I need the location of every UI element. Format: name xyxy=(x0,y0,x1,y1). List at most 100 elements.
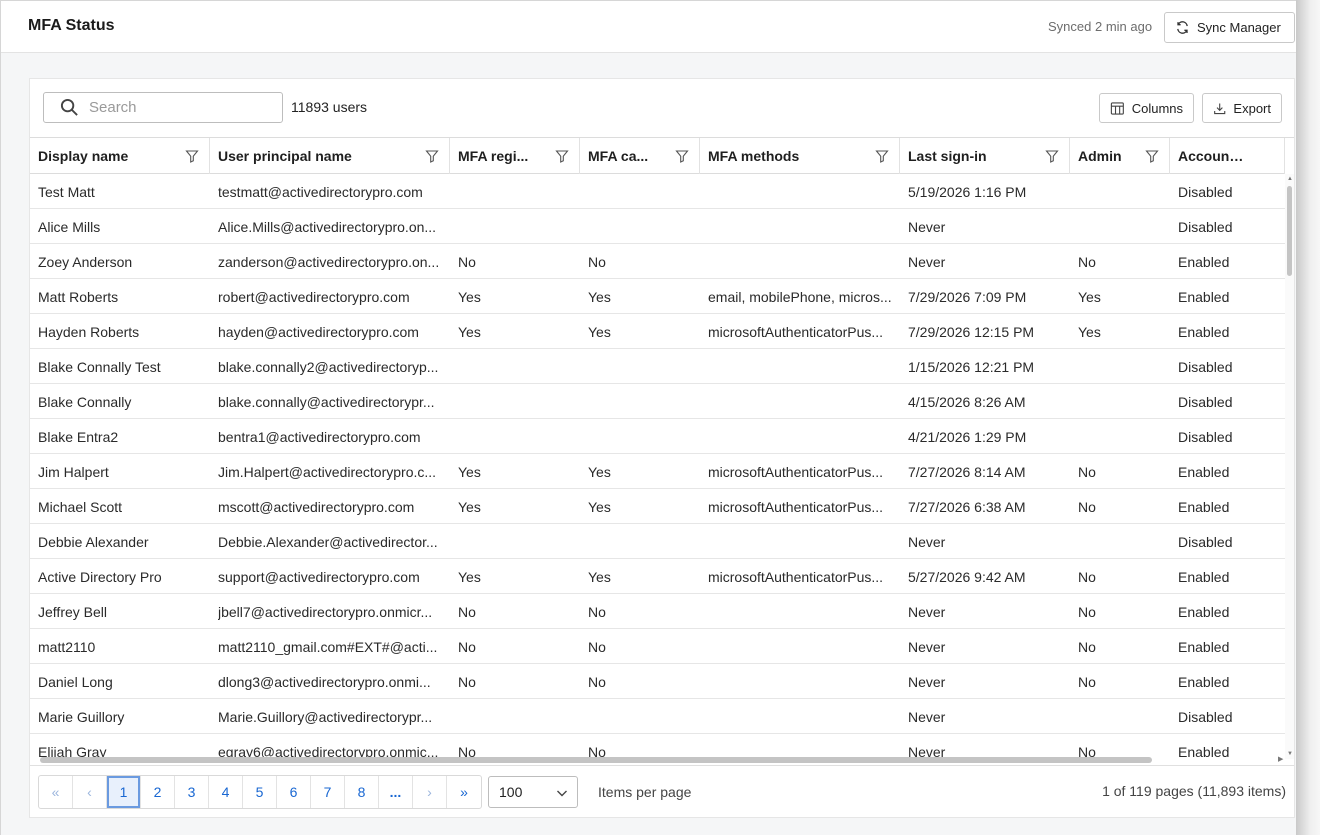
table-cell: Zoey Anderson xyxy=(30,244,210,279)
table-cell: Disabled xyxy=(1170,384,1285,419)
table-row[interactable]: Jim Halpert Jim.Halpert@activedirectorypr… xyxy=(30,454,1285,489)
table-cell: Never xyxy=(900,209,1070,244)
table-row[interactable]: Blake Entra2 bentra1@activedirectorypro.c… xyxy=(30,419,1285,454)
table-cell-text: Debbie Alexander xyxy=(38,533,149,550)
page-button[interactable]: 2 xyxy=(141,776,175,808)
page-button[interactable]: 4 xyxy=(209,776,243,808)
table-cell xyxy=(580,384,700,419)
table-row[interactable]: Debbie Alexander Debbie.Alexander@actived… xyxy=(30,524,1285,559)
columns-button[interactable]: Columns xyxy=(1099,93,1194,123)
filter-funnel-icon[interactable] xyxy=(1145,149,1159,163)
table-cell-text: email, mobilePhone, micros... xyxy=(708,288,892,305)
table-row[interactable]: Blake Connally blake.connally@activedirec… xyxy=(30,384,1285,419)
table-cell-text: Yes xyxy=(588,498,611,515)
table-cell: matt2110_gmail.com#EXT#@acti... xyxy=(210,629,450,664)
column-header[interactable]: Account st... xyxy=(1170,138,1285,174)
table-row[interactable]: matt2110 matt2110_gmail.com#EXT#@acti... N… xyxy=(30,629,1285,664)
next-page-button[interactable]: › xyxy=(413,776,447,808)
pager: « ‹ 1 2 3 4 5 6 7 8... ›» 100 Items per page 1 o… xyxy=(30,765,1294,818)
table-cell-text: No xyxy=(458,638,476,655)
previous-page-button[interactable]: ‹ xyxy=(73,776,107,808)
table-cell xyxy=(700,524,900,559)
last-page-button[interactable]: » xyxy=(447,776,481,808)
table-cell-text: Yes xyxy=(458,568,481,585)
table-cell xyxy=(700,174,900,209)
table-cell: microsoftAuthenticatorPus... xyxy=(700,454,900,489)
table-cell-text: matt2110 xyxy=(38,638,96,655)
table-cell: Never xyxy=(900,664,1070,699)
search-box[interactable] xyxy=(43,92,283,123)
export-button[interactable]: Export xyxy=(1202,93,1282,123)
horizontal-scroll-thumb[interactable] xyxy=(40,757,1152,763)
search-input[interactable] xyxy=(89,99,269,116)
table-row[interactable]: Marie Guillory Marie.Guillory@activedirec… xyxy=(30,699,1285,734)
table-cell: testmatt@activedirectorypro.com xyxy=(210,174,450,209)
horizontal-scrollbar[interactable]: ▶ xyxy=(30,755,1285,765)
vertical-scroll-thumb[interactable] xyxy=(1287,186,1292,276)
column-header-label: MFA ca... xyxy=(588,148,649,164)
page-button[interactable]: 5 xyxy=(243,776,277,808)
table-row[interactable]: Blake Connally Test blake.connally2@activ… xyxy=(30,349,1285,384)
column-header[interactable]: User principal name xyxy=(210,138,450,174)
filter-funnel-icon[interactable] xyxy=(555,149,569,163)
table-row[interactable]: Test Matt testmatt@activedirectorypro.com… xyxy=(30,174,1285,209)
filter-funnel-icon[interactable] xyxy=(1045,149,1059,163)
scroll-up-arrow-icon[interactable]: ▲ xyxy=(1287,176,1293,182)
table-cell: No xyxy=(580,594,700,629)
table-cell: Alice.Mills@activedirectorypro.on... xyxy=(210,209,450,244)
table-row[interactable]: Active Directory Pro support@activedirect… xyxy=(30,559,1285,594)
table-row[interactable]: Jeffrey Bell jbell7@activedirectorypro.on… xyxy=(30,594,1285,629)
vertical-scrollbar[interactable]: ▲ ▼ xyxy=(1285,174,1294,759)
table-cell-text: Daniel Long xyxy=(38,673,113,690)
column-header[interactable]: MFA ca... xyxy=(580,138,700,174)
table-cell-text: Enabled xyxy=(1178,568,1230,585)
filter-funnel-icon[interactable] xyxy=(875,149,889,163)
table-cell: Matt Roberts xyxy=(30,279,210,314)
table-row[interactable]: Zoey Anderson zanderson@activedirectorypr… xyxy=(30,244,1285,279)
table-row[interactable]: Alice Mills Alice.Mills@activedirectorypr… xyxy=(30,209,1285,244)
page-button[interactable]: 7 xyxy=(311,776,345,808)
table-cell-text: Disabled xyxy=(1178,708,1233,725)
column-header[interactable]: Display name xyxy=(30,138,210,174)
column-header[interactable]: MFA regi... xyxy=(450,138,580,174)
first-page-button[interactable]: « xyxy=(39,776,73,808)
column-header[interactable]: Last sign-in xyxy=(900,138,1070,174)
table-cell-text: Disabled xyxy=(1178,393,1233,410)
page-button[interactable]: 6 xyxy=(277,776,311,808)
table-row[interactable]: Michael Scott mscott@activedirectorypro.c… xyxy=(30,489,1285,524)
filter-funnel-icon[interactable] xyxy=(675,149,689,163)
column-header[interactable]: Admin xyxy=(1070,138,1170,174)
scroll-down-arrow-icon[interactable]: ▼ xyxy=(1287,751,1293,757)
table-cell xyxy=(450,419,580,454)
sync-manager-button[interactable]: Sync Manager xyxy=(1164,12,1295,43)
page-button[interactable]: 8 xyxy=(345,776,379,808)
page-button[interactable]: 3 xyxy=(175,776,209,808)
table-cell: No xyxy=(450,244,580,279)
table-cell xyxy=(1070,699,1170,734)
table-cell xyxy=(450,349,580,384)
page-size-value: 100 xyxy=(499,784,523,800)
table-row[interactable]: Daniel Long dlong3@activedirectorypro.onm… xyxy=(30,664,1285,699)
filter-funnel-icon[interactable] xyxy=(425,149,439,163)
table-cell: Debbie.Alexander@activedirector... xyxy=(210,524,450,559)
table-cell-text: No xyxy=(588,253,606,270)
column-header[interactable]: MFA methods xyxy=(700,138,900,174)
table-cell: Hayden Roberts xyxy=(30,314,210,349)
table-cell-text: microsoftAuthenticatorPus... xyxy=(708,568,884,585)
more-pages-button[interactable]: ... xyxy=(379,776,413,808)
scroll-right-arrow-icon[interactable]: ▶ xyxy=(1278,755,1283,763)
table-cell-text: No xyxy=(1078,568,1096,585)
page-button[interactable]: 1 xyxy=(107,776,141,808)
filter-funnel-icon[interactable] xyxy=(185,149,199,163)
page-size-select[interactable]: 100 xyxy=(488,776,578,808)
items-per-page-label: Items per page xyxy=(598,784,692,800)
table-cell: No xyxy=(450,629,580,664)
table-row[interactable]: Matt Roberts robert@activedirectorypro.co… xyxy=(30,279,1285,314)
table-cell xyxy=(450,524,580,559)
table-cell: No xyxy=(1070,454,1170,489)
table-cell xyxy=(1070,419,1170,454)
table-row[interactable]: Hayden Roberts hayden@activedirectorypro.… xyxy=(30,314,1285,349)
table-cell-text: Never xyxy=(908,603,946,620)
table-cell-text: 5/27/2026 9:42 AM xyxy=(908,568,1026,585)
table-cell-text: Enabled xyxy=(1178,638,1230,655)
